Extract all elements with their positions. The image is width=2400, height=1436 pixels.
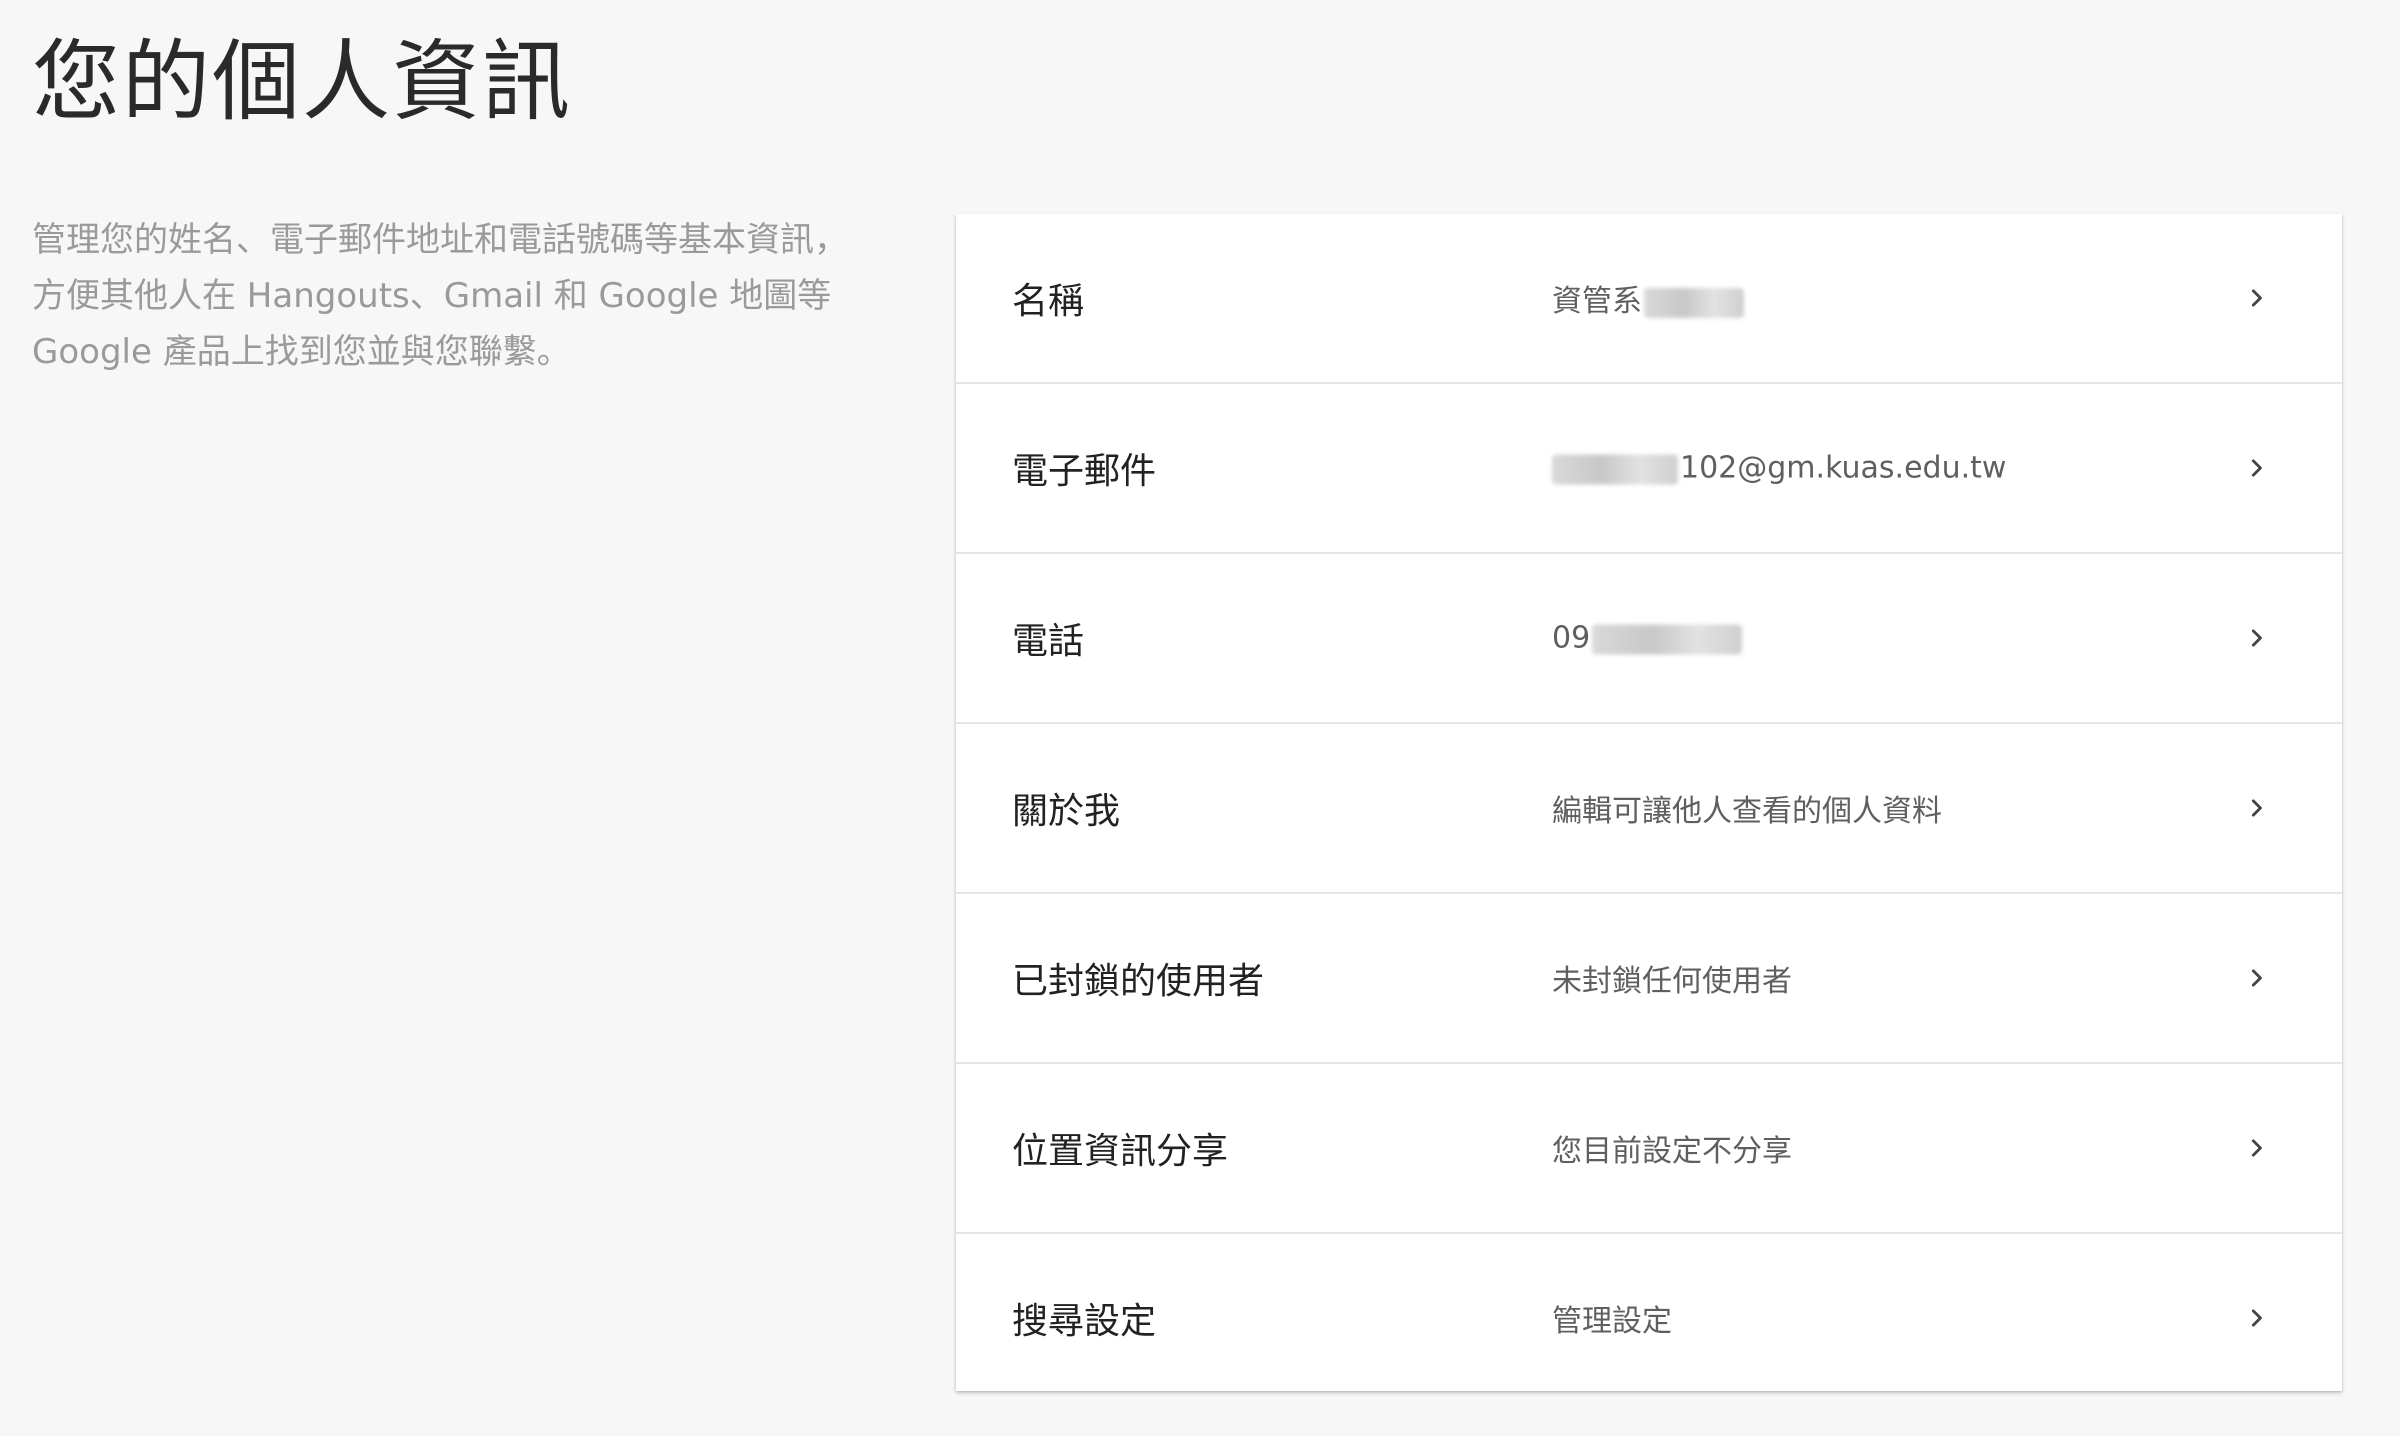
row-location-sharing[interactable]: 位置資訊分享 您目前設定不分享 xyxy=(956,1064,2342,1234)
row-label: 位置資訊分享 xyxy=(1012,1131,1229,1172)
row-email[interactable]: 電子郵件 102@gm.kuas.edu.tw xyxy=(956,384,2342,554)
chevron-right-icon[interactable] xyxy=(2244,965,2270,991)
page-title: 您的個人資訊 xyxy=(32,30,573,133)
row-value: 102@gm.kuas.edu.tw xyxy=(1552,451,2006,486)
redacted-blur xyxy=(1552,454,1678,484)
row-blocked-users[interactable]: 已封鎖的使用者 未封鎖任何使用者 xyxy=(956,894,2342,1064)
row-about-me[interactable]: 關於我 編輯可讓他人查看的個人資料 xyxy=(956,724,2342,894)
row-label: 電子郵件 xyxy=(1012,451,1157,492)
chevron-right-icon[interactable] xyxy=(2244,625,2270,651)
chevron-right-icon[interactable] xyxy=(2244,1305,2270,1331)
row-label: 電話 xyxy=(1012,621,1085,662)
row-value: 09 xyxy=(1552,620,1743,656)
row-value: 您目前設定不分享 xyxy=(1552,1134,1792,1169)
row-value: 未封鎖任何使用者 xyxy=(1552,964,1792,999)
chevron-right-icon[interactable] xyxy=(2244,1135,2270,1161)
row-value: 資管系 xyxy=(1552,276,1744,320)
row-value-text: 09 xyxy=(1552,620,1591,656)
row-value: 管理設定 xyxy=(1552,1304,1672,1339)
chevron-right-icon[interactable] xyxy=(2244,285,2270,311)
redacted-blur xyxy=(1644,287,1744,318)
row-search-settings[interactable]: 搜尋設定 管理設定 xyxy=(956,1234,2342,1402)
chevron-right-icon[interactable] xyxy=(2244,795,2270,821)
row-label: 關於我 xyxy=(1012,791,1121,832)
row-name[interactable]: 名稱 資管系 xyxy=(956,214,2342,384)
row-value-text: 資管系 xyxy=(1552,284,1642,319)
page-description: 管理您的姓名、電子郵件地址和電話號碼等基本資訊，方便其他人在 Hangouts、… xyxy=(32,220,848,372)
row-label: 名稱 xyxy=(1012,281,1085,322)
personal-info-card: 名稱 資管系 電子郵件 102@gm.kuas.edu.tw 電話 09 關於我… xyxy=(956,214,2342,1391)
chevron-right-icon[interactable] xyxy=(2244,455,2270,481)
row-value: 編輯可讓他人查看的個人資料 xyxy=(1552,794,1942,829)
row-phone[interactable]: 電話 09 xyxy=(956,554,2342,724)
row-label: 已封鎖的使用者 xyxy=(1012,961,1265,1002)
row-value-text: 102@gm.kuas.edu.tw xyxy=(1680,450,2007,486)
row-label: 搜尋設定 xyxy=(1012,1301,1157,1342)
redacted-blur xyxy=(1592,624,1743,654)
